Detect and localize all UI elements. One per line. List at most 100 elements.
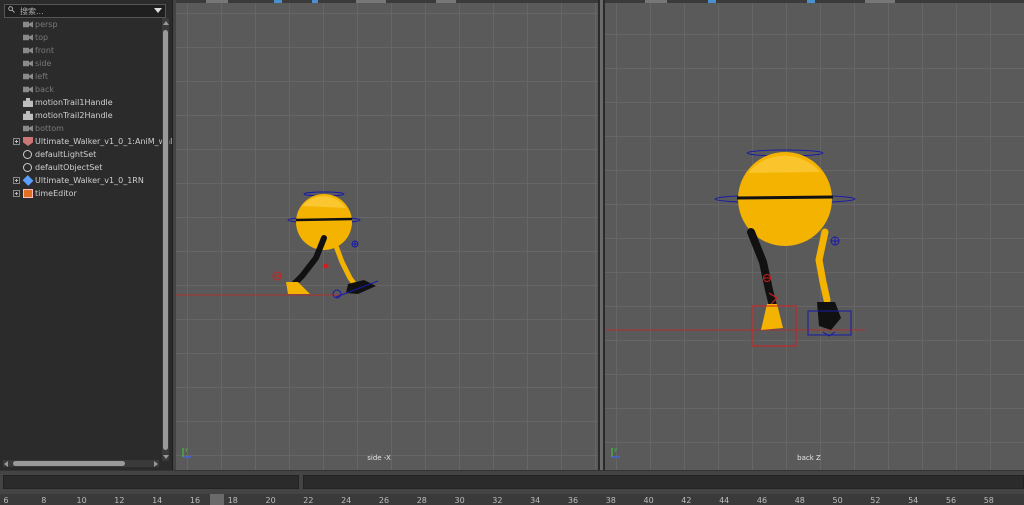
outliner-item[interactable]: bottom	[0, 122, 160, 135]
outliner-item-label: timeEditor	[35, 189, 77, 198]
search-input[interactable]	[20, 5, 150, 17]
outliner-item[interactable]: Ultimate_Walker_v1_0_1RN	[0, 174, 160, 187]
outliner-item[interactable]: timeEditor	[0, 187, 160, 200]
timeline-tick-label: 14	[152, 496, 163, 505]
outliner-item[interactable]: front	[0, 44, 160, 57]
outliner-item[interactable]: motionTrail1Handle	[0, 96, 160, 109]
outliner-item[interactable]: Ultimate_Walker_v1_0_1:AniM_wal	[0, 135, 172, 148]
character-right-leg	[333, 243, 359, 289]
outliner-item-label: top	[35, 33, 49, 42]
timeline-tick-label: 20	[265, 496, 276, 505]
camera-icon	[23, 86, 33, 93]
camera-icon	[23, 60, 33, 67]
outliner-item-label: back	[35, 85, 55, 94]
set-icon	[23, 150, 32, 159]
outliner-item-label: defaultLightSet	[35, 150, 97, 159]
outliner-vertical-scrollbar[interactable]	[162, 18, 169, 461]
outliner-item-label: Ultimate_Walker_v1_0_1RN	[35, 176, 144, 185]
timeline-tick-label: 40	[643, 496, 654, 505]
character-left-foot	[761, 304, 783, 330]
command-feedback-field[interactable]	[303, 475, 1024, 489]
current-time-indicator[interactable]	[210, 494, 224, 505]
timeline-tick-label: 48	[794, 496, 805, 505]
axis-gizmo: y	[611, 447, 620, 458]
outliner-item-label: side	[35, 59, 52, 68]
scroll-left-icon[interactable]	[4, 460, 8, 467]
scroll-right-icon[interactable]	[154, 460, 158, 467]
outliner-item-label: persp	[35, 20, 58, 29]
timeline-tick-label: 26	[378, 496, 390, 505]
command-line-input[interactable]	[3, 475, 299, 489]
scroll-down-icon[interactable]	[162, 455, 169, 459]
svg-text:y: y	[185, 447, 188, 453]
outliner-panel: persp top front side left back motionTrail1Han…	[0, 0, 173, 470]
outliner-item-label: left	[35, 72, 48, 81]
outliner-item[interactable]: persp	[0, 18, 160, 31]
character-right-foot	[817, 302, 841, 330]
command-bar	[0, 470, 1024, 495]
axis-gizmo: y	[182, 447, 191, 458]
viewport-side[interactable]: y side -X	[176, 0, 598, 470]
character-left-foot	[286, 282, 310, 294]
svg-text:y: y	[614, 447, 617, 453]
timeline-tick-label: 10	[76, 496, 87, 505]
scroll-up-icon[interactable]	[162, 21, 169, 25]
outliner-item-label: Ultimate_Walker_v1_0_1:AniM_wal	[35, 137, 173, 146]
viewport-divider[interactable]	[598, 0, 605, 470]
timeline-tick-label: 44	[719, 496, 730, 505]
viewport-back[interactable]: y back Z	[605, 0, 1024, 470]
camera-icon	[23, 125, 33, 132]
viewport-label-back: back Z	[797, 454, 821, 462]
reference-icon	[22, 175, 34, 186]
timeline-tick-label: 54	[908, 496, 919, 505]
outliner-item[interactable]: defaultObjectSet	[0, 161, 160, 174]
outliner-item[interactable]: top	[0, 31, 160, 44]
search-icon	[8, 6, 15, 13]
expand-icon[interactable]	[13, 190, 20, 197]
timeline-tick-label: 42	[681, 496, 692, 505]
character-icon	[23, 137, 33, 146]
search-bar[interactable]	[4, 4, 166, 18]
timeline-tick-label: 46	[756, 496, 768, 505]
motion-trail-icon	[23, 111, 33, 120]
timeline-tick-label: 12	[114, 496, 125, 505]
outliner-item-label: defaultObjectSet	[35, 163, 103, 172]
side-scene	[176, 191, 379, 299]
timeline-tick-label: 52	[870, 496, 881, 505]
timeline-tick-label: 6	[3, 496, 9, 505]
outliner-item[interactable]: left	[0, 70, 160, 83]
timeline-tick-label: 36	[567, 496, 579, 505]
outliner-item-label: front	[35, 46, 55, 55]
expand-icon[interactable]	[13, 138, 20, 145]
viewport-label-side: side -X	[367, 454, 391, 462]
outliner-item-label: motionTrail2Handle	[35, 111, 113, 120]
timeline-tick-label: 32	[492, 496, 503, 505]
timeline-tick-label: 8	[41, 496, 47, 505]
expand-icon[interactable]	[13, 177, 20, 184]
outliner-item[interactable]: back	[0, 83, 160, 96]
outliner-item-label: motionTrail1Handle	[35, 98, 113, 107]
timeline-tick-label: 30	[454, 496, 465, 505]
timeline-tick-label: 50	[832, 496, 843, 505]
timeline-tick-label: 58	[983, 496, 994, 505]
timeline-tick-label: 34	[530, 496, 541, 505]
scrollbar-thumb[interactable]	[163, 30, 168, 450]
timeline-tick-label: 24	[341, 496, 352, 505]
outliner-item[interactable]: side	[0, 57, 160, 70]
camera-icon	[23, 73, 33, 80]
set-icon	[23, 163, 32, 172]
camera-icon	[23, 47, 33, 54]
outliner-item[interactable]: defaultLightSet	[0, 148, 160, 161]
timeline-tick-label: 28	[416, 496, 427, 505]
search-dropdown-icon[interactable]	[154, 8, 162, 13]
timeline-tick-label: 18	[227, 496, 238, 505]
outliner-item[interactable]: motionTrail2Handle	[0, 109, 160, 122]
camera-icon	[23, 21, 33, 28]
scrollbar-thumb[interactable]	[13, 461, 125, 466]
outliner-horizontal-scrollbar[interactable]	[3, 460, 159, 467]
timeline-tick-label: 22	[303, 496, 314, 505]
time-editor-icon	[23, 189, 33, 198]
character-right-leg	[815, 228, 831, 304]
timeline-tick-label: 56	[945, 496, 957, 505]
time-slider[interactable]: 6 8 10 12 14 16 18 20 22 24 26 28 30 32 34 36 38 40 42 44 46…	[0, 494, 1024, 505]
